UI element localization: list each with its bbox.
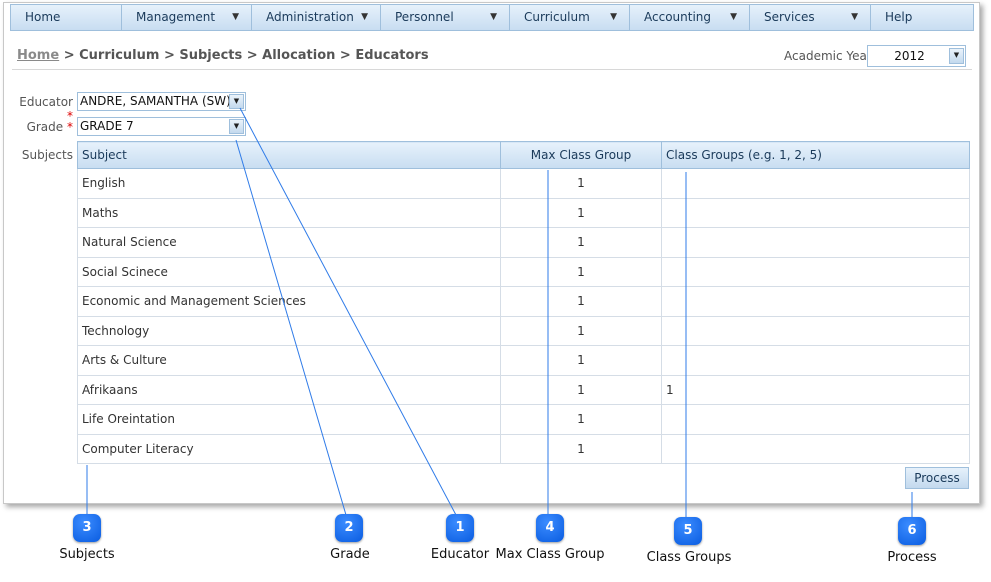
callout-badge-2: 2 — [335, 514, 363, 542]
callout-badge-1: 1 — [446, 514, 474, 542]
callout-label-subjects: Subjects — [59, 547, 115, 562]
leader-line-educator — [239, 107, 457, 516]
callout-label-max-class-group: Max Class Group — [495, 547, 605, 562]
callout-badge-3: 3 — [73, 514, 101, 542]
callout-label-process: Process — [887, 550, 937, 565]
callout-badge-6: 6 — [898, 517, 926, 545]
leader-line-grade — [235, 139, 347, 516]
callout-leader-lines — [86, 107, 913, 518]
callout-label-grade: Grade — [330, 547, 370, 562]
callout-badge-5: 5 — [674, 517, 702, 545]
callout-label-class-groups: Class Groups — [646, 550, 732, 565]
callout-badge-4: 4 — [536, 514, 564, 542]
